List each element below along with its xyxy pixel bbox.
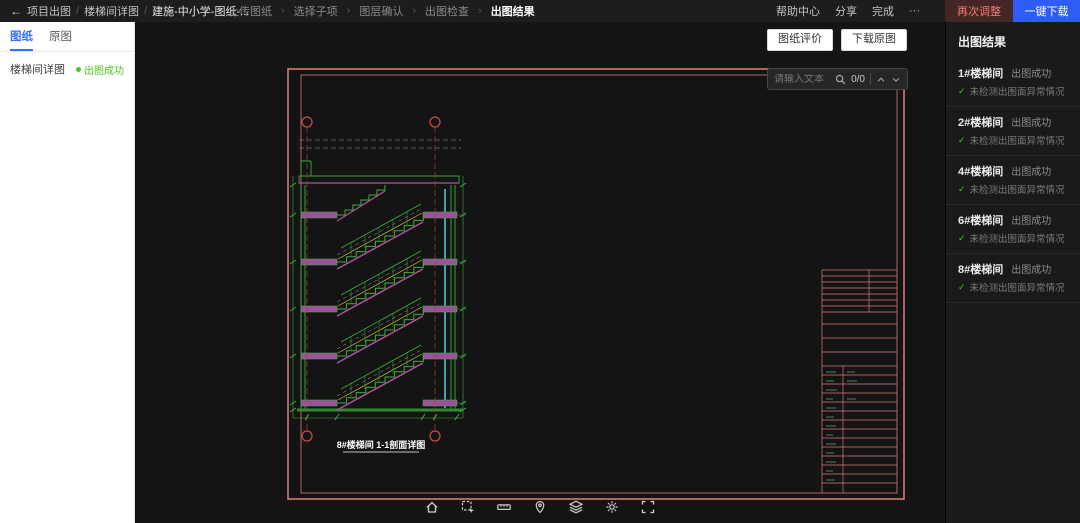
chevron-separator-icon: › bbox=[412, 5, 417, 17]
status-dot-icon bbox=[76, 66, 81, 72]
layers-icon[interactable] bbox=[566, 497, 586, 517]
sheet-outer-frame bbox=[287, 68, 905, 500]
axis-grid bbox=[301, 116, 441, 442]
marker-icon[interactable] bbox=[530, 497, 550, 517]
breadcrumb-separator: / bbox=[76, 5, 80, 17]
result-name: 8#楼梯间 bbox=[958, 264, 1004, 276]
result-status: 出图成功 bbox=[1011, 118, 1052, 129]
result-detail: 未检测出图面异常情况 bbox=[969, 185, 1065, 196]
help-center-link[interactable]: 帮助中心 bbox=[776, 3, 820, 19]
breadcrumb-project[interactable]: 项目出图 bbox=[27, 3, 71, 19]
result-name: 1#楼梯间 bbox=[958, 68, 1004, 80]
sheet-name: 楼梯间详图 bbox=[10, 64, 65, 76]
sheet-list-item[interactable]: 楼梯间详图 出图成功 bbox=[0, 52, 134, 86]
fullscreen-icon[interactable] bbox=[638, 497, 658, 517]
title-block bbox=[821, 269, 897, 493]
tab-original[interactable]: 原图 bbox=[49, 22, 72, 51]
check-icon: ✓ bbox=[958, 85, 966, 96]
result-name: 2#楼梯间 bbox=[958, 117, 1004, 129]
readjust-button[interactable]: 再次调整 bbox=[945, 0, 1013, 22]
results-title: 出图结果 bbox=[958, 35, 1007, 49]
chevron-down-icon[interactable] bbox=[891, 75, 901, 84]
result-detail: 未检测出图面异常情况 bbox=[969, 136, 1065, 147]
download-original-button[interactable]: 下载原图 bbox=[841, 29, 907, 51]
search-icon[interactable] bbox=[835, 74, 846, 85]
result-item[interactable]: 1#楼梯间 出图成功 ✓ 未检测出图面异常情况 bbox=[946, 58, 1080, 107]
measure-icon[interactable] bbox=[494, 497, 514, 517]
app-window: ← 项目出图 / 楼梯间详图 / 建施-中小学-图纸-... 上传图纸 › 选择… bbox=[0, 0, 1080, 523]
check-icon: ✓ bbox=[958, 183, 966, 194]
breadcrumb: ← 项目出图 / 楼梯间详图 / 建施-中小学-图纸-... bbox=[10, 0, 249, 22]
result-status: 出图成功 bbox=[1011, 265, 1052, 276]
result-status: 出图成功 bbox=[1011, 216, 1052, 227]
sheet-evaluate-button[interactable]: 图纸评价 bbox=[767, 29, 833, 51]
result-item[interactable]: 8#楼梯间 出图成功 ✓ 未检测出图面异常情况 bbox=[946, 254, 1080, 303]
box-select-icon[interactable] bbox=[458, 497, 478, 517]
sheet-inner-frame bbox=[300, 74, 898, 494]
result-detail: 未检测出图面异常情况 bbox=[969, 87, 1065, 98]
finish-link[interactable]: 完成 bbox=[872, 3, 894, 19]
more-icon[interactable]: ··· bbox=[909, 5, 920, 17]
check-icon: ✓ bbox=[958, 281, 966, 292]
sheet-sidebar: 图纸 原图 楼梯间详图 出图成功 bbox=[0, 22, 135, 523]
result-detail: 未检测出图面异常情况 bbox=[969, 283, 1065, 294]
chevron-up-icon[interactable] bbox=[876, 75, 886, 84]
result-item[interactable]: 4#楼梯间 出图成功 ✓ 未检测出图面异常情况 bbox=[946, 156, 1080, 205]
viewer-toolbar bbox=[422, 497, 658, 517]
share-link[interactable]: 分享 bbox=[835, 3, 857, 19]
divider bbox=[870, 73, 871, 85]
step-select-subitem[interactable]: 选择子项 bbox=[294, 3, 338, 19]
topbar-links: 帮助中心 分享 完成 ··· bbox=[776, 0, 920, 22]
chevron-separator-icon: › bbox=[346, 5, 351, 17]
drawing-title: 8#楼梯间 1-1剖面详图 bbox=[337, 439, 426, 450]
tab-sheets[interactable]: 图纸 bbox=[10, 22, 33, 51]
chevron-separator-icon: › bbox=[478, 5, 482, 17]
back-button[interactable]: ← bbox=[10, 4, 22, 18]
sheet-status-badge: 出图成功 bbox=[76, 62, 124, 77]
chevron-separator-icon: › bbox=[281, 5, 285, 17]
result-item[interactable]: 6#楼梯间 出图成功 ✓ 未检测出图面异常情况 bbox=[946, 205, 1080, 254]
step-plot-check[interactable]: 出图检查 bbox=[425, 3, 469, 19]
search-result-count: 0/0 bbox=[851, 73, 865, 85]
stair-section: 8#楼梯间 1-1剖面详图 bbox=[289, 116, 467, 453]
result-name: 6#楼梯间 bbox=[958, 215, 1004, 227]
result-name: 4#楼梯间 bbox=[958, 166, 1004, 178]
result-status: 出图成功 bbox=[1011, 69, 1052, 80]
step-layer-confirm[interactable]: 图层确认 bbox=[359, 3, 403, 19]
results-panel: 出图结果 1#楼梯间 出图成功 ✓ 未检测出图面异常情况 2#楼梯间 出图成功 … bbox=[945, 22, 1080, 523]
topbar: ← 项目出图 / 楼梯间详图 / 建施-中小学-图纸-... 上传图纸 › 选择… bbox=[0, 0, 1080, 22]
home-icon[interactable] bbox=[422, 497, 442, 517]
step-plot-result: 出图结果 bbox=[490, 6, 535, 18]
sidebar-tabs: 图纸 原图 bbox=[0, 22, 134, 52]
cad-drawing: 8#楼梯间 1-1剖面详图 bbox=[287, 68, 905, 500]
breadcrumb-category[interactable]: 楼梯间详图 bbox=[84, 3, 139, 19]
wizard-steps: 上传图纸 › 选择子项 › 图层确认 › 出图检查 › 出图结果 bbox=[228, 0, 535, 22]
search-input[interactable] bbox=[774, 73, 831, 85]
check-icon: ✓ bbox=[958, 232, 966, 243]
sheet-status-text: 出图成功 bbox=[84, 65, 124, 77]
settings-icon[interactable] bbox=[602, 497, 622, 517]
result-item[interactable]: 2#楼梯间 出图成功 ✓ 未检测出图面异常情况 bbox=[946, 107, 1080, 156]
check-icon: ✓ bbox=[958, 134, 966, 145]
text-search-bar: 0/0 bbox=[767, 68, 908, 90]
drawing-canvas: 图纸评价 下载原图 0/0 bbox=[135, 22, 945, 523]
result-status: 出图成功 bbox=[1011, 167, 1052, 178]
canvas-buttons: 图纸评价 下载原图 bbox=[767, 29, 907, 51]
step-upload[interactable]: 上传图纸 bbox=[228, 3, 272, 19]
drawing-viewport[interactable]: 8#楼梯间 1-1剖面详图 bbox=[285, 66, 907, 502]
result-detail: 未检测出图面异常情况 bbox=[969, 234, 1065, 245]
topbar-action-buttons: 再次调整 一键下载 bbox=[945, 0, 1080, 22]
breadcrumb-separator: / bbox=[144, 5, 148, 17]
download-all-button[interactable]: 一键下载 bbox=[1013, 0, 1080, 22]
